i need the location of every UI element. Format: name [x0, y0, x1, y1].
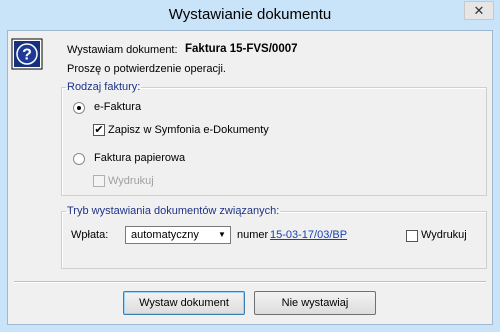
- number-label: numer: [237, 229, 269, 241]
- document-number: Faktura 15-FVS/0007: [185, 43, 298, 55]
- related-number-link[interactable]: 15-03-17/03/BP: [270, 229, 347, 241]
- checkmark-icon: ✔: [94, 124, 104, 136]
- payment-label: Wpłata:: [71, 229, 109, 241]
- paper-print-checkbox: [93, 175, 105, 187]
- cancel-button[interactable]: Nie wystawiaj: [254, 291, 376, 315]
- paper-invoice-radio[interactable]: [73, 153, 85, 165]
- paper-print-label: Wydrukuj: [108, 175, 154, 187]
- window-title: Wystawianie dokumentu: [168, 6, 332, 23]
- svg-text:?: ?: [22, 47, 32, 64]
- payment-mode-select[interactable]: automatyczny ▼: [125, 226, 231, 244]
- document-label: Wystawiam dokument:: [67, 44, 178, 56]
- chevron-down-icon: ▼: [218, 230, 226, 239]
- related-docs-legend: Tryb wystawiania dokumentów związanych:: [67, 205, 280, 217]
- paper-invoice-label[interactable]: Faktura papierowa: [94, 152, 185, 164]
- save-symfonia-checkbox[interactable]: ✔: [93, 124, 105, 136]
- save-symfonia-label[interactable]: Zapisz w Symfonia e-Dokumenty: [108, 124, 269, 136]
- close-button[interactable]: ✕: [464, 1, 494, 20]
- close-icon: ✕: [473, 2, 485, 18]
- invoice-type-legend: Rodzaj faktury:: [67, 81, 141, 93]
- related-print-label[interactable]: Wydrukuj: [421, 229, 467, 241]
- confirm-text: Proszę o potwierdzenie operacji.: [67, 63, 226, 75]
- divider: [14, 281, 486, 283]
- efaktura-label[interactable]: e-Faktura: [94, 101, 141, 113]
- radio-selected-dot: [77, 106, 81, 110]
- title-bar[interactable]: Wystawianie dokumentu ✕: [0, 0, 500, 30]
- efaktura-radio[interactable]: [73, 102, 85, 114]
- payment-mode-value: automatyczny: [131, 229, 199, 241]
- issue-document-button[interactable]: Wystaw dokument: [123, 291, 245, 315]
- related-print-checkbox[interactable]: [406, 230, 418, 242]
- question-icon: ?: [11, 38, 43, 70]
